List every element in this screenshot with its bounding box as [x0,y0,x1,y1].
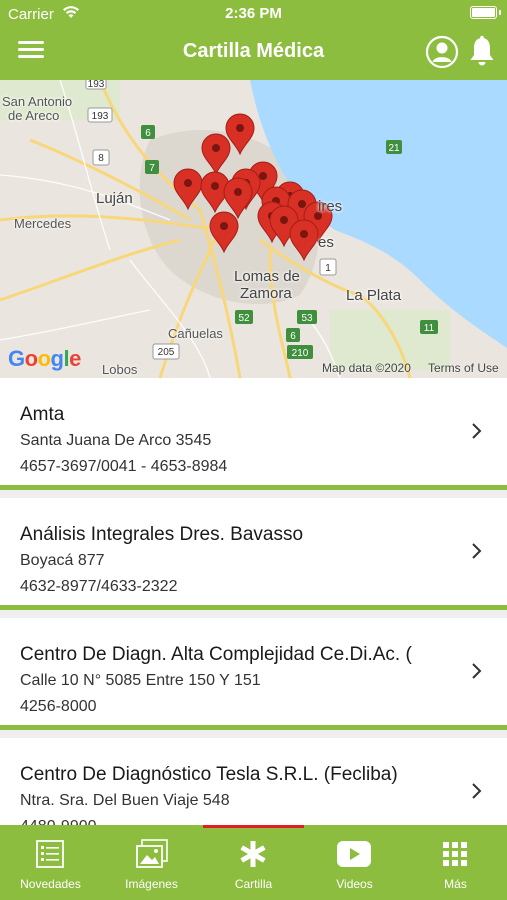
svg-text:11: 11 [424,323,435,334]
route-shield: 6 [286,328,300,342]
tab-label: Cartilla [234,877,273,891]
list-item[interactable]: Centro De Diagnóstico Tesla S.R.L. (Fecl… [0,738,507,825]
map-label: La Plata [346,287,402,304]
svg-text:8: 8 [98,153,104,164]
list-item[interactable]: Centro De Diagn. Alta Complejidad Ce.Di.… [0,618,507,730]
provider-phone: 4256-8000 [20,698,97,715]
battery-icon [470,6,501,19]
provider-phone: 4657-3697/0041 - 4653-8984 [20,458,228,475]
map-label: Lomas de [234,268,300,285]
route-shield: 11 [420,320,438,334]
profile-button[interactable] [425,35,459,69]
tab-mas[interactable]: Más [405,825,506,900]
images-icon [136,839,168,868]
map-view[interactable]: 193 193 6 8 7 21 1 52 53 6 210 205 11 Sa… [0,80,507,378]
nav-bar: Cartilla Médica [0,28,507,80]
tab-videos[interactable]: Videos [304,825,405,900]
tab-cartilla[interactable]: Cartilla [203,825,304,900]
tab-label: Novedades [20,877,81,891]
svg-text:6: 6 [290,331,296,342]
map-canvas[interactable]: 193 193 6 8 7 21 1 52 53 6 210 205 11 [0,80,507,378]
play-icon [337,841,371,867]
list-item[interactable]: Análisis Integrales Dres. Bavasso Boyacá… [0,498,507,610]
svg-text:53: 53 [301,313,313,324]
provider-phone: 4632-8977/4633-2322 [20,578,178,595]
svg-text:7: 7 [149,163,155,174]
route-shield: 52 [235,310,253,324]
route-shield: 1 [319,258,337,276]
news-icon [36,840,64,868]
list-item[interactable]: Amta Santa Juana De Arco 3545 4657-3697/… [0,378,507,490]
svg-text:1: 1 [325,263,331,274]
map-label: Mercedes [14,216,72,231]
route-shield: 193 [87,107,113,123]
provider-address: Ntra. Sra. Del Buen Viaje 548 [20,792,230,809]
notifications-button[interactable] [467,35,497,69]
map-label: de Areco [8,108,60,123]
route-shield: 6 [141,125,155,139]
map-label: Luján [96,190,133,207]
menu-button[interactable] [16,38,50,66]
svg-text:205: 205 [158,347,175,358]
menu-icon-bar [18,41,44,44]
asterisk-icon [240,841,266,867]
provider-name: Centro De Diagn. Alta Complejidad Ce.Di.… [20,644,412,665]
chevron-right-icon [472,543,482,559]
map-label: Zamora [240,285,292,302]
provider-address: Boyacá 877 [20,552,105,569]
route-shield: 21 [386,140,402,154]
svg-text:193: 193 [88,80,105,90]
route-shield: 7 [145,160,159,174]
chevron-right-icon [472,783,482,799]
status-bar: Carrier 2:36 PM [0,0,507,28]
provider-name: Amta [20,404,65,425]
tab-label: Videos [336,877,373,891]
tab-label: Más [444,877,467,891]
chevron-right-icon [472,423,482,439]
tab-imagenes[interactable]: Imágenes [101,825,202,900]
svg-text:21: 21 [388,143,400,154]
map-data-attribution: Map data ©2020 [322,361,411,375]
tab-novedades[interactable]: Novedades [0,825,101,900]
tab-label: Imágenes [125,877,178,891]
svg-text:52: 52 [238,313,250,324]
provider-address: Santa Juana De Arco 3545 [20,432,212,449]
provider-name: Análisis Integrales Dres. Bavasso [20,524,304,545]
provider-name: Centro De Diagnóstico Tesla S.R.L. (Fecl… [20,764,398,785]
grid-icon [443,842,467,866]
map-label: es [318,234,334,251]
provider-address: Calle 10 N° 5085 Entre 150 Y 151 [20,672,261,689]
app-header: Carrier 2:36 PM Cartilla Médica [0,0,507,80]
status-time: 2:36 PM [225,5,282,22]
route-shield: 53 [297,310,317,324]
svg-text:6: 6 [145,128,151,139]
route-shield: 210 [287,345,313,359]
map-label: Cañuelas [168,326,223,341]
menu-icon-bar [18,48,44,51]
google-logo: Google [8,346,81,371]
route-shield: 193 [85,80,107,90]
route-shield: 8 [92,149,110,166]
svg-text:193: 193 [92,111,109,122]
map-terms-link[interactable]: Terms of Use [428,361,499,375]
provider-list[interactable]: Amta Santa Juana De Arco 3545 4657-3697/… [0,378,507,825]
route-shield: 205 [152,343,180,360]
provider-phone: 4480-9900 [20,818,97,825]
chevron-right-icon [472,663,482,679]
svg-text:210: 210 [292,348,309,359]
map-label: Lobos [102,362,138,377]
map-label: San Antonio [2,94,73,109]
menu-icon-bar [18,55,44,58]
map-label: ires [318,198,343,215]
tab-bar: Novedades Imágenes Cartilla Videos Más [0,825,507,900]
